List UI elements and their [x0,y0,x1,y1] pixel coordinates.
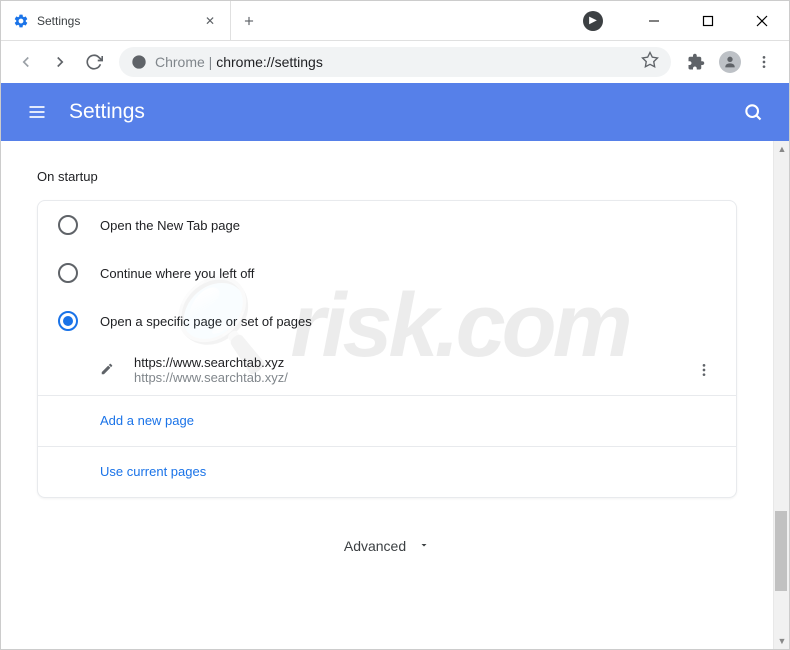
radio-icon [58,263,78,283]
radio-new-tab[interactable]: Open the New Tab page [38,201,736,249]
extensions-icon[interactable] [681,47,711,77]
profile-avatar[interactable] [715,47,745,77]
section-title: On startup [37,169,737,184]
hamburger-icon[interactable] [19,94,55,130]
scroll-down-icon[interactable]: ▼ [774,633,789,649]
new-tab-button[interactable] [231,1,267,40]
forward-button[interactable] [45,47,75,77]
radio-label: Open a specific page or set of pages [100,314,312,329]
chevron-down-icon [418,538,430,554]
maximize-button[interactable] [685,1,731,41]
tab-title: Settings [37,14,194,28]
startup-card: Open the New Tab page Continue where you… [37,200,737,498]
menu-icon[interactable] [749,47,779,77]
page-title: Settings [69,100,735,124]
add-page-link[interactable]: Add a new page [100,413,194,428]
toolbar: Chrome | chrome://settings [1,41,789,83]
page-info: https://www.searchtab.xyz https://www.se… [134,355,674,385]
content-area: On startup Open the New Tab page Continu… [1,141,789,649]
gear-icon [13,13,29,29]
startup-page-entry: https://www.searchtab.xyz https://www.se… [38,345,736,395]
radio-specific-pages[interactable]: Open a specific page or set of pages [38,297,736,345]
radio-continue[interactable]: Continue where you left off [38,249,736,297]
media-control-icon[interactable]: ▶ [583,11,603,31]
radio-icon [58,215,78,235]
settings-header: Settings [1,83,789,141]
radio-label: Open the New Tab page [100,218,240,233]
browser-tab[interactable]: Settings ✕ [1,1,231,40]
bookmark-star-icon[interactable] [641,51,659,74]
page-entry-title: https://www.searchtab.xyz [134,355,674,370]
reload-button[interactable] [79,47,109,77]
radio-icon [58,311,78,331]
window-controls: ▶ [583,1,789,40]
minimize-button[interactable] [631,1,677,41]
use-current-link[interactable]: Use current pages [100,464,206,479]
radio-label: Continue where you left off [100,266,254,281]
address-text: Chrome | chrome://settings [155,54,323,70]
page-entry-url: https://www.searchtab.xyz/ [134,370,674,385]
edit-icon [100,362,116,378]
search-icon[interactable] [735,94,771,130]
add-page-row: Add a new page [38,395,736,446]
advanced-label: Advanced [344,538,406,554]
back-button[interactable] [11,47,41,77]
address-bar[interactable]: Chrome | chrome://settings [119,47,671,77]
settings-content: On startup Open the New Tab page Continu… [1,141,773,649]
scrollbar-thumb[interactable] [775,511,787,591]
use-current-row: Use current pages [38,446,736,497]
chrome-icon [131,54,147,70]
close-window-button[interactable] [739,1,785,41]
scrollbar[interactable]: ▲ ▼ [773,141,789,649]
scroll-up-icon[interactable]: ▲ [774,141,789,157]
titlebar: Settings ✕ ▶ [1,1,789,41]
browser-window: Settings ✕ ▶ Chrome | chrome://settings … [0,0,790,650]
close-icon[interactable]: ✕ [202,13,218,29]
more-actions-icon[interactable] [692,362,716,378]
advanced-toggle[interactable]: Advanced [37,498,737,564]
